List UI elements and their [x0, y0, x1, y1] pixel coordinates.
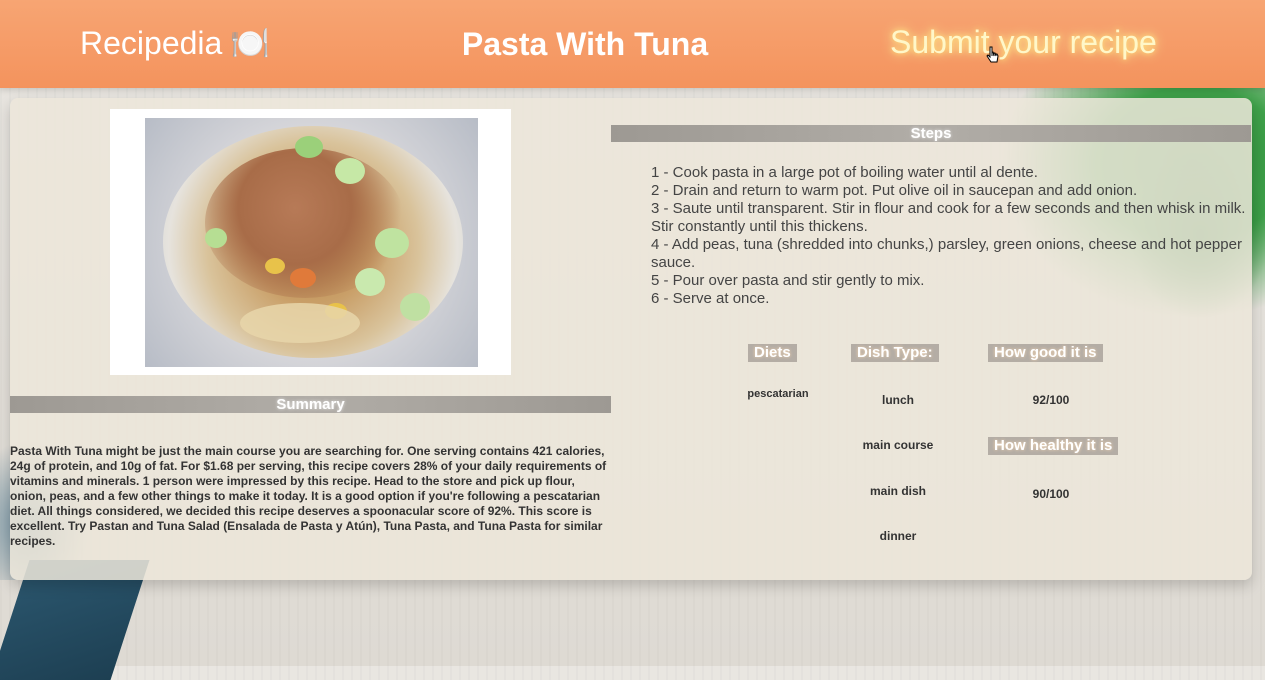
navbar: Recipedia 🍽️ Pasta With Tuna Submit your …: [0, 0, 1265, 88]
dish-type-label: Dish Type:: [851, 344, 939, 362]
green-onion-graphic: [205, 228, 227, 248]
recipe-image: [110, 109, 511, 375]
summary-text: Pasta With Tuna might be just the main c…: [10, 444, 607, 548]
step-item: 2 - Drain and return to warm pot. Put ol…: [651, 182, 1138, 199]
pointer-cursor-icon: [986, 46, 999, 63]
summary-heading: Summary: [10, 396, 611, 413]
carrot-graphic: [290, 268, 316, 288]
recipe-panel: Steps 1 - Cook pasta in a large pot of b…: [10, 98, 1252, 580]
how-good-label: How good it is: [988, 344, 1103, 362]
green-onion-graphic: [400, 293, 430, 321]
dish-type-value: lunch: [882, 393, 914, 407]
dish-type-value: main course: [862, 438, 934, 452]
step-item: 5 - Pour over pasta and stir gently to m…: [651, 272, 925, 289]
green-onion-graphic: [335, 158, 365, 184]
how-good-value: 92/100: [1032, 393, 1070, 407]
steps-list: 1 - Cook pasta in a large pot of boiling…: [651, 164, 1251, 308]
dish-type-value: dinner: [879, 529, 917, 543]
recipe-photo: [145, 118, 478, 367]
diet-value: pescatarian: [747, 388, 809, 400]
step-item: 4 - Add peas, tuna (shredded into chunks…: [651, 236, 1242, 271]
green-onion-graphic: [295, 136, 323, 158]
how-healthy-value: 90/100: [1032, 487, 1070, 501]
submit-recipe-link[interactable]: Submit your recipe: [890, 24, 1157, 61]
dish-type-value: main dish: [869, 484, 926, 498]
step-item: 1 - Cook pasta in a large pot of boiling…: [651, 164, 1038, 181]
step-item: 3 - Saute until transparent. Stir in flo…: [651, 200, 1246, 235]
green-onion-graphic: [375, 228, 409, 258]
green-onion-graphic: [355, 268, 385, 296]
corn-graphic: [265, 258, 285, 274]
steps-heading: Steps: [611, 125, 1251, 142]
how-healthy-label: How healthy it is: [988, 437, 1119, 455]
pasta-graphic: [240, 303, 360, 343]
step-item: 6 - Serve at once.: [651, 290, 770, 307]
diets-label: Diets: [748, 344, 797, 362]
